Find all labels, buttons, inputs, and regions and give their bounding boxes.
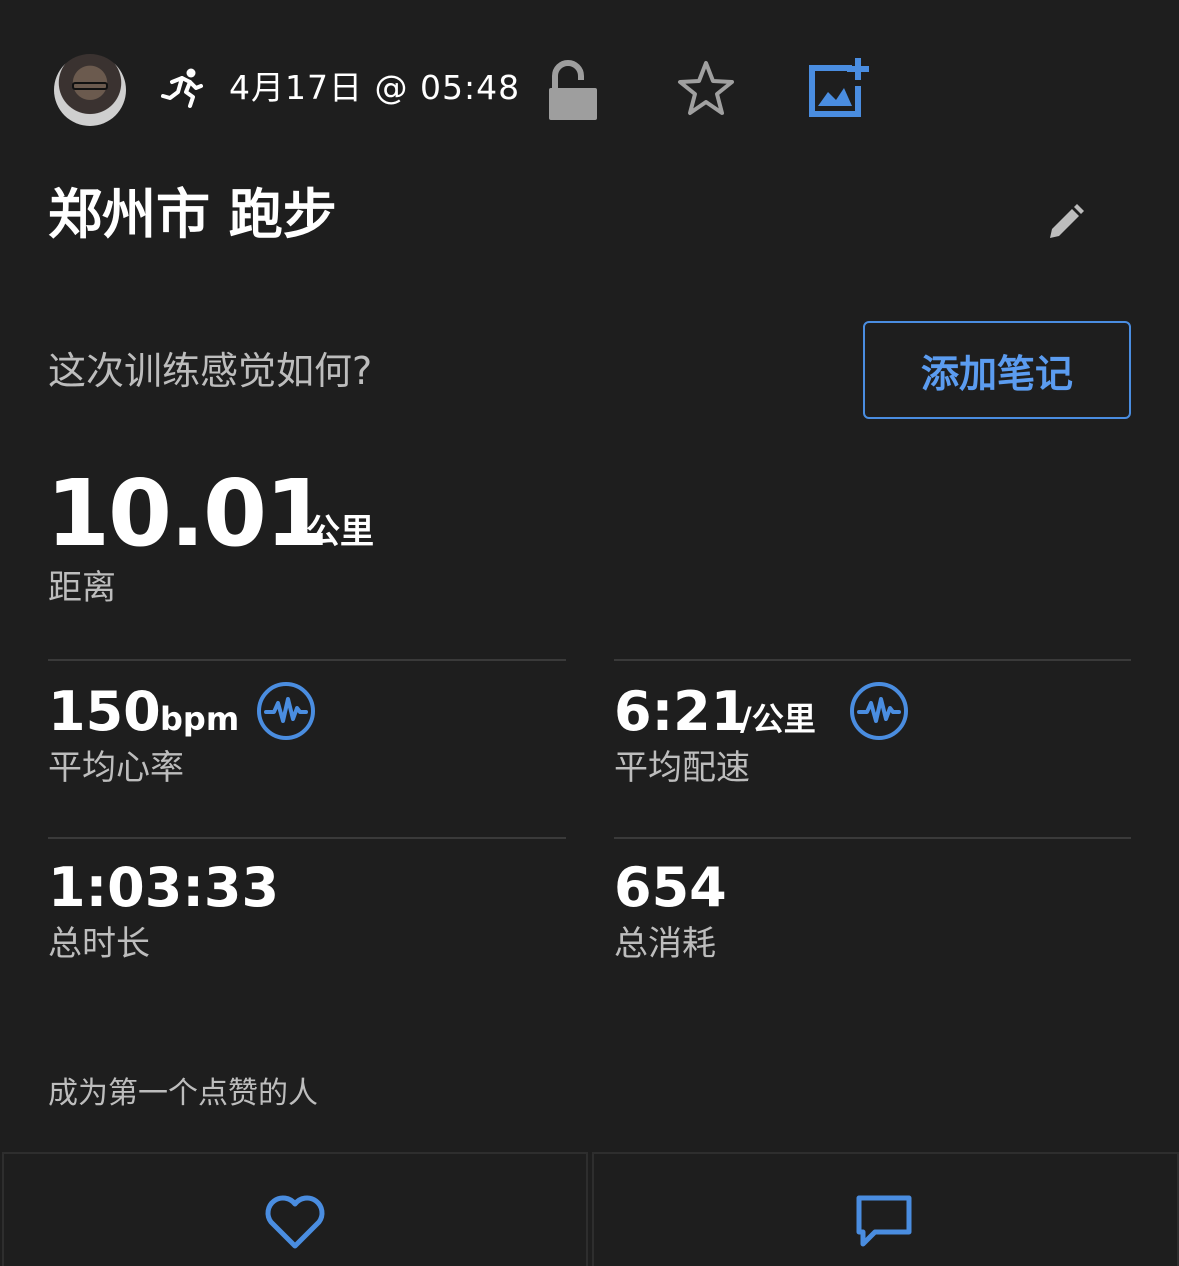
pace-value: 6:21 — [614, 680, 749, 743]
comment-icon[interactable] — [855, 1194, 913, 1250]
avatar[interactable] — [54, 54, 126, 126]
running-icon — [161, 68, 203, 108]
distance-label: 距离 — [48, 568, 116, 608]
pace-unit: /公里 — [740, 700, 816, 738]
pace-label: 平均配速 — [614, 748, 750, 788]
unlocked-icon[interactable] — [545, 58, 601, 122]
activity-title: 郑州市 跑步 — [48, 183, 337, 246]
heart-rate-label: 平均心率 — [48, 748, 184, 788]
heart-rate-wave-icon[interactable] — [256, 681, 316, 741]
heart-icon[interactable] — [262, 1194, 328, 1250]
activity-datetime: 4月17日 @ 05:48 — [229, 68, 521, 107]
pace-wave-icon[interactable] — [849, 681, 909, 741]
duration-label: 总时长 — [48, 924, 150, 964]
star-icon[interactable] — [675, 58, 737, 120]
pencil-icon[interactable] — [1044, 199, 1088, 243]
calories-value: 654 — [614, 856, 727, 919]
divider — [48, 837, 566, 839]
likes-text: 成为第一个点赞的人 — [48, 1076, 318, 1111]
duration-value: 1:03:33 — [48, 856, 280, 919]
feeling-question: 这次训练感觉如何? — [48, 349, 373, 393]
heart-rate-unit: bpm — [160, 700, 240, 738]
distance-value: 10.01 — [46, 460, 329, 567]
divider — [48, 659, 566, 661]
divider — [614, 837, 1131, 839]
add-note-button[interactable]: 添加笔记 — [863, 321, 1131, 419]
distance-unit: 公里 — [306, 512, 374, 552]
divider — [614, 659, 1131, 661]
calories-label: 总消耗 — [614, 924, 716, 964]
heart-rate-value: 150 — [48, 680, 161, 743]
add-photo-icon[interactable] — [806, 56, 872, 120]
